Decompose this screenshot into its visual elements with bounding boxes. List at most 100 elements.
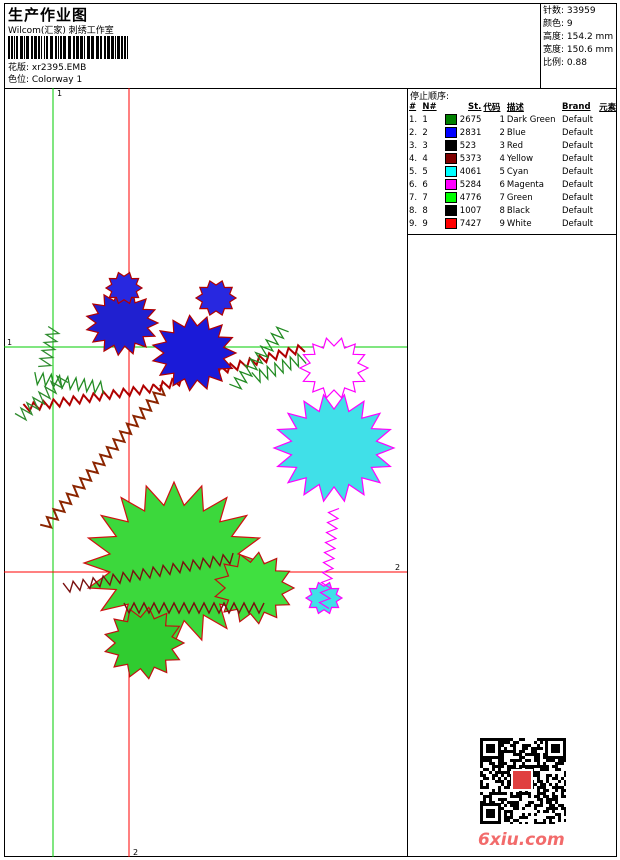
leaf <box>251 352 307 384</box>
row-brand: Default <box>561 114 594 125</box>
axis-label-v2: 2 <box>133 848 138 857</box>
row-index: 8. <box>409 205 418 216</box>
row-description: Cyan <box>506 166 529 177</box>
color-row: 9. 9 7427 9 White Default <box>408 217 620 230</box>
row-element <box>598 139 620 152</box>
row-code: 4 <box>499 153 505 164</box>
stat-height: 高度: 154.2 mm <box>543 32 614 42</box>
row-stitches: 523 <box>444 139 482 152</box>
color-swatch <box>445 218 458 229</box>
row-code: 2 <box>499 127 505 138</box>
barcode <box>8 36 128 59</box>
color-row: 2. 2 2831 2 Blue Default <box>408 126 620 139</box>
color-swatch <box>445 127 458 138</box>
stats-divider <box>540 3 541 88</box>
row-needle: 2 <box>422 127 428 138</box>
row-index: 4. <box>409 153 418 164</box>
table-divider <box>407 234 617 235</box>
row-brand: Default <box>561 140 594 151</box>
row-index: 1. <box>409 114 418 125</box>
bird-right <box>151 314 238 392</box>
row-stitches: 2831 <box>444 126 482 139</box>
row-stitches: 5373 <box>444 152 482 165</box>
color-table: # N# St. 代码 描述 Brand 元素 1. 1 2675 1 Dark Gr… <box>408 101 620 230</box>
color-row: 3. 3 523 3 Red Default <box>408 139 620 152</box>
col-needle: N# <box>422 102 437 112</box>
color-swatch <box>445 205 458 216</box>
stat-width: 宽度: 150.6 mm <box>543 45 614 55</box>
row-needle: 1 <box>422 114 428 125</box>
row-description: Red <box>506 140 524 151</box>
col-code: 代码 <box>483 103 501 113</box>
row-code: 6 <box>499 179 505 190</box>
row-description: Blue <box>506 127 526 138</box>
row-brand: Default <box>561 218 594 229</box>
row-needle: 5 <box>422 166 428 177</box>
row-description: Magenta <box>506 179 544 190</box>
row-code: 7 <box>499 192 505 203</box>
col-stitches: St. <box>468 102 482 112</box>
bird-right-head <box>194 279 238 317</box>
row-index: 5. <box>409 166 418 177</box>
col-element: 元素 <box>599 103 617 113</box>
stat-scale: 比例: 0.88 <box>543 58 587 68</box>
row-needle: 8 <box>422 205 428 216</box>
row-index: 2. <box>409 127 418 138</box>
row-element <box>598 178 620 191</box>
row-stitches: 5284 <box>444 178 482 191</box>
row-index: 3. <box>409 140 418 151</box>
color-row: 6. 6 5284 6 Magenta Default <box>408 178 620 191</box>
foliage-main <box>82 480 266 646</box>
row-code: 8 <box>499 205 505 216</box>
row-element <box>598 165 620 178</box>
color-swatch <box>445 153 458 164</box>
leaf <box>229 326 289 390</box>
color-row: 4. 4 5373 4 Yellow Default <box>408 152 620 165</box>
color-row: 8. 8 1007 8 Black Default <box>408 204 620 217</box>
qr-code <box>480 738 566 824</box>
row-brand: Default <box>561 153 594 164</box>
row-brand: Default <box>561 192 594 203</box>
row-element <box>598 204 620 217</box>
row-needle: 7 <box>422 192 428 203</box>
color-swatch <box>445 140 458 151</box>
row-needle: 9 <box>422 218 428 229</box>
axis-label-v1: 1 <box>57 89 62 98</box>
row-stitches: 7427 <box>444 217 482 230</box>
row-description: Black <box>506 205 530 216</box>
page-title: 生产作业图 <box>8 6 89 24</box>
row-index: 9. <box>409 218 418 229</box>
row-stitches: 4061 <box>444 165 482 178</box>
design-canvas: 1 1 2 2 <box>4 88 407 857</box>
row-stitches: 1007 <box>444 204 482 217</box>
axis-label-h2: 2 <box>395 563 400 572</box>
row-brand: Default <box>561 127 594 138</box>
row-brand: Default <box>561 205 594 216</box>
row-element <box>598 217 620 230</box>
company-name: Wilcom(汇家) 刺绣工作室 <box>8 26 114 36</box>
color-row: 7. 7 4776 7 Green Default <box>408 191 620 204</box>
color-swatch <box>445 192 458 203</box>
stat-colors: 颜色: 9 <box>543 19 573 29</box>
flower-cyan <box>272 393 396 503</box>
color-swatch <box>445 166 458 177</box>
row-code: 5 <box>499 166 505 177</box>
color-swatch <box>445 114 458 125</box>
row-brand: Default <box>561 179 594 190</box>
row-description: Yellow <box>506 153 534 164</box>
leaf <box>14 374 69 422</box>
row-code: 3 <box>499 140 505 151</box>
color-row: 5. 5 4061 5 Cyan Default <box>408 165 620 178</box>
row-code: 1 <box>499 114 505 125</box>
row-stitches: 2675 <box>444 113 482 126</box>
flower-stem-cyan <box>304 581 344 615</box>
row-needle: 6 <box>422 179 428 190</box>
design-filename: 花版: xr2395.EMB <box>8 63 87 73</box>
row-description: Green <box>506 192 533 203</box>
qr-logo <box>513 771 531 789</box>
axis-label-h1: 1 <box>7 338 12 347</box>
stat-stitches: 针数: 33959 <box>543 6 596 16</box>
color-swatch <box>445 179 458 190</box>
row-needle: 3 <box>422 140 428 151</box>
row-needle: 4 <box>422 153 428 164</box>
